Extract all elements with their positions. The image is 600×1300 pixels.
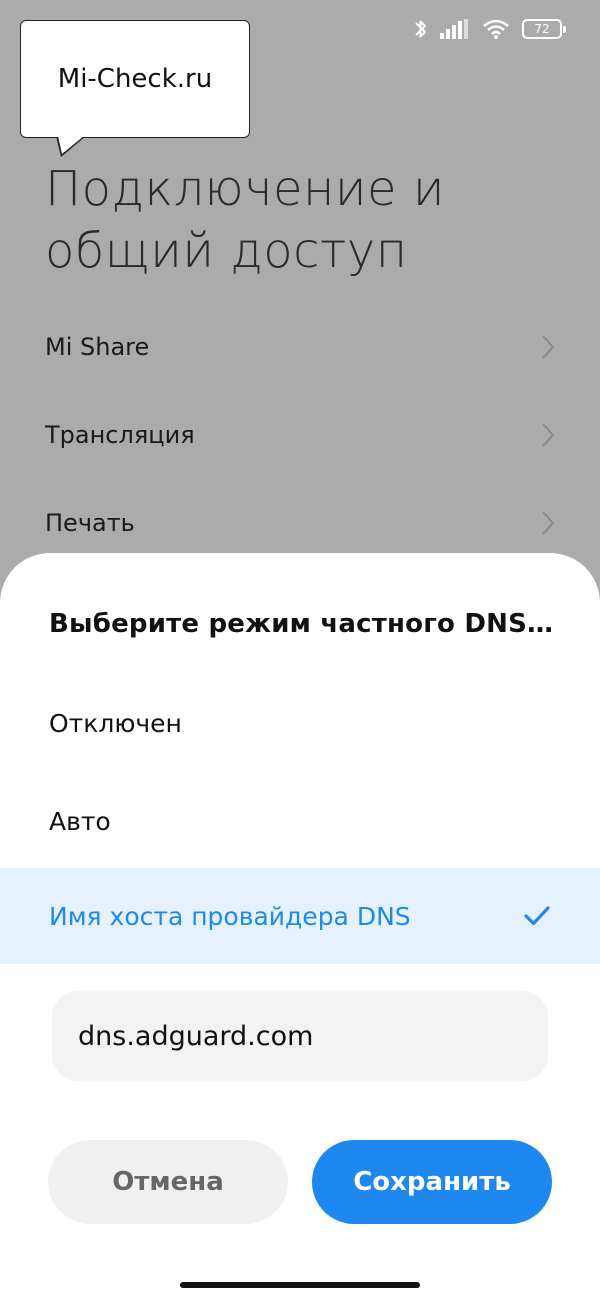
- watermark-text: Mi-Check.ru: [57, 64, 213, 94]
- page-title: Подключение и общий доступ: [45, 161, 445, 279]
- home-indicator[interactable]: [180, 1282, 420, 1288]
- bluetooth-icon: [415, 20, 426, 38]
- wifi-icon: [483, 19, 509, 39]
- battery-level: 72: [534, 22, 550, 36]
- settings-item-label: Mi Share: [45, 333, 150, 361]
- dialog-title: Выберите режим частного DNS-сервера: [49, 609, 559, 639]
- chevron-right-icon: [542, 511, 555, 535]
- chevron-right-icon: [542, 423, 555, 447]
- settings-item-label: Печать: [45, 509, 135, 537]
- chevron-right-icon: [542, 335, 555, 359]
- watermark: Mi-Check.ru: [20, 20, 250, 138]
- navigation-bar: [0, 1275, 600, 1300]
- settings-item-cast[interactable]: Трансляция: [0, 391, 600, 479]
- save-button[interactable]: Сохранить: [312, 1140, 552, 1224]
- option-label: Имя хоста провайдера DNS: [49, 901, 411, 931]
- dns-hostname-input[interactable]: [52, 991, 548, 1081]
- option-label: Отключен: [49, 708, 182, 738]
- cancel-button[interactable]: Отмена: [48, 1140, 288, 1224]
- option-off[interactable]: Отключен: [0, 675, 600, 771]
- settings-item-label: Трансляция: [45, 421, 195, 449]
- signal-icon: [440, 19, 468, 39]
- checkmark-icon: [524, 906, 550, 926]
- option-hostname[interactable]: Имя хоста провайдера DNS: [0, 868, 600, 964]
- watermark-tail-fill: [58, 136, 84, 154]
- battery-icon: 72: [522, 19, 566, 39]
- status-bar: 72: [414, 14, 566, 44]
- settings-item-mi-share[interactable]: Mi Share: [0, 303, 600, 391]
- option-auto[interactable]: Авто: [0, 773, 600, 869]
- option-label: Авто: [49, 806, 111, 836]
- private-dns-dialog: Выберите режим частного DNS-сервера Откл…: [0, 553, 600, 1275]
